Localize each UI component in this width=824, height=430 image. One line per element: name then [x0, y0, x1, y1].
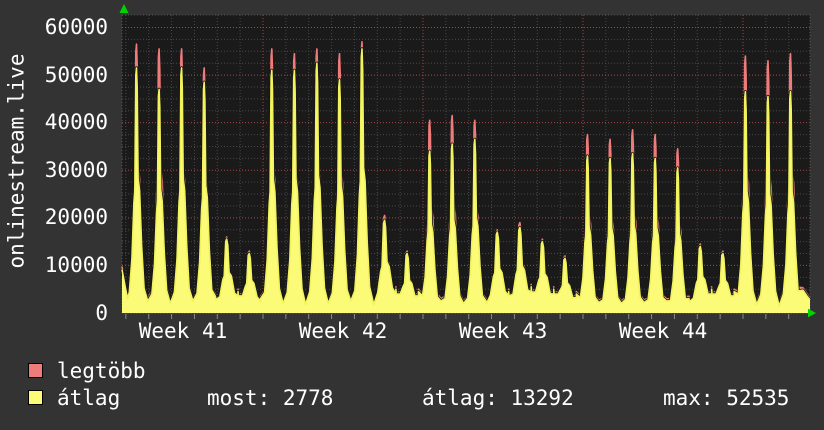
y-tick-label: 60000 [44, 15, 108, 39]
y-tick-label: 40000 [44, 110, 108, 135]
stat-atlag: átlag: 13292 [422, 385, 574, 410]
y-tick-label: 30000 [44, 157, 108, 182]
stat-most: most: 2778 [207, 385, 334, 410]
y-tick-label: 20000 [44, 205, 108, 230]
stat-max: max: 52535 [663, 385, 790, 410]
legend-swatch-avg [28, 390, 43, 405]
y-tick-label: 0 [95, 300, 108, 325]
x-week-label: Week 41 [138, 318, 228, 343]
legend-swatch-max [28, 363, 43, 378]
x-week-label: Week 42 [298, 318, 388, 343]
up-arrow-icon [119, 4, 129, 13]
right-arrow-icon [808, 308, 816, 318]
legend-label-max: legtöbb [57, 358, 146, 383]
y-tick-label: 50000 [44, 62, 108, 87]
x-week-label: Week 43 [458, 318, 548, 343]
x-week-label: Week 44 [618, 318, 708, 343]
rrd-graph: onlinestream.live 60000 50000 40000 30000 20… [0, 0, 824, 430]
legend-label-avg: átlag [57, 385, 121, 410]
y-tick-label: 10000 [44, 252, 108, 277]
